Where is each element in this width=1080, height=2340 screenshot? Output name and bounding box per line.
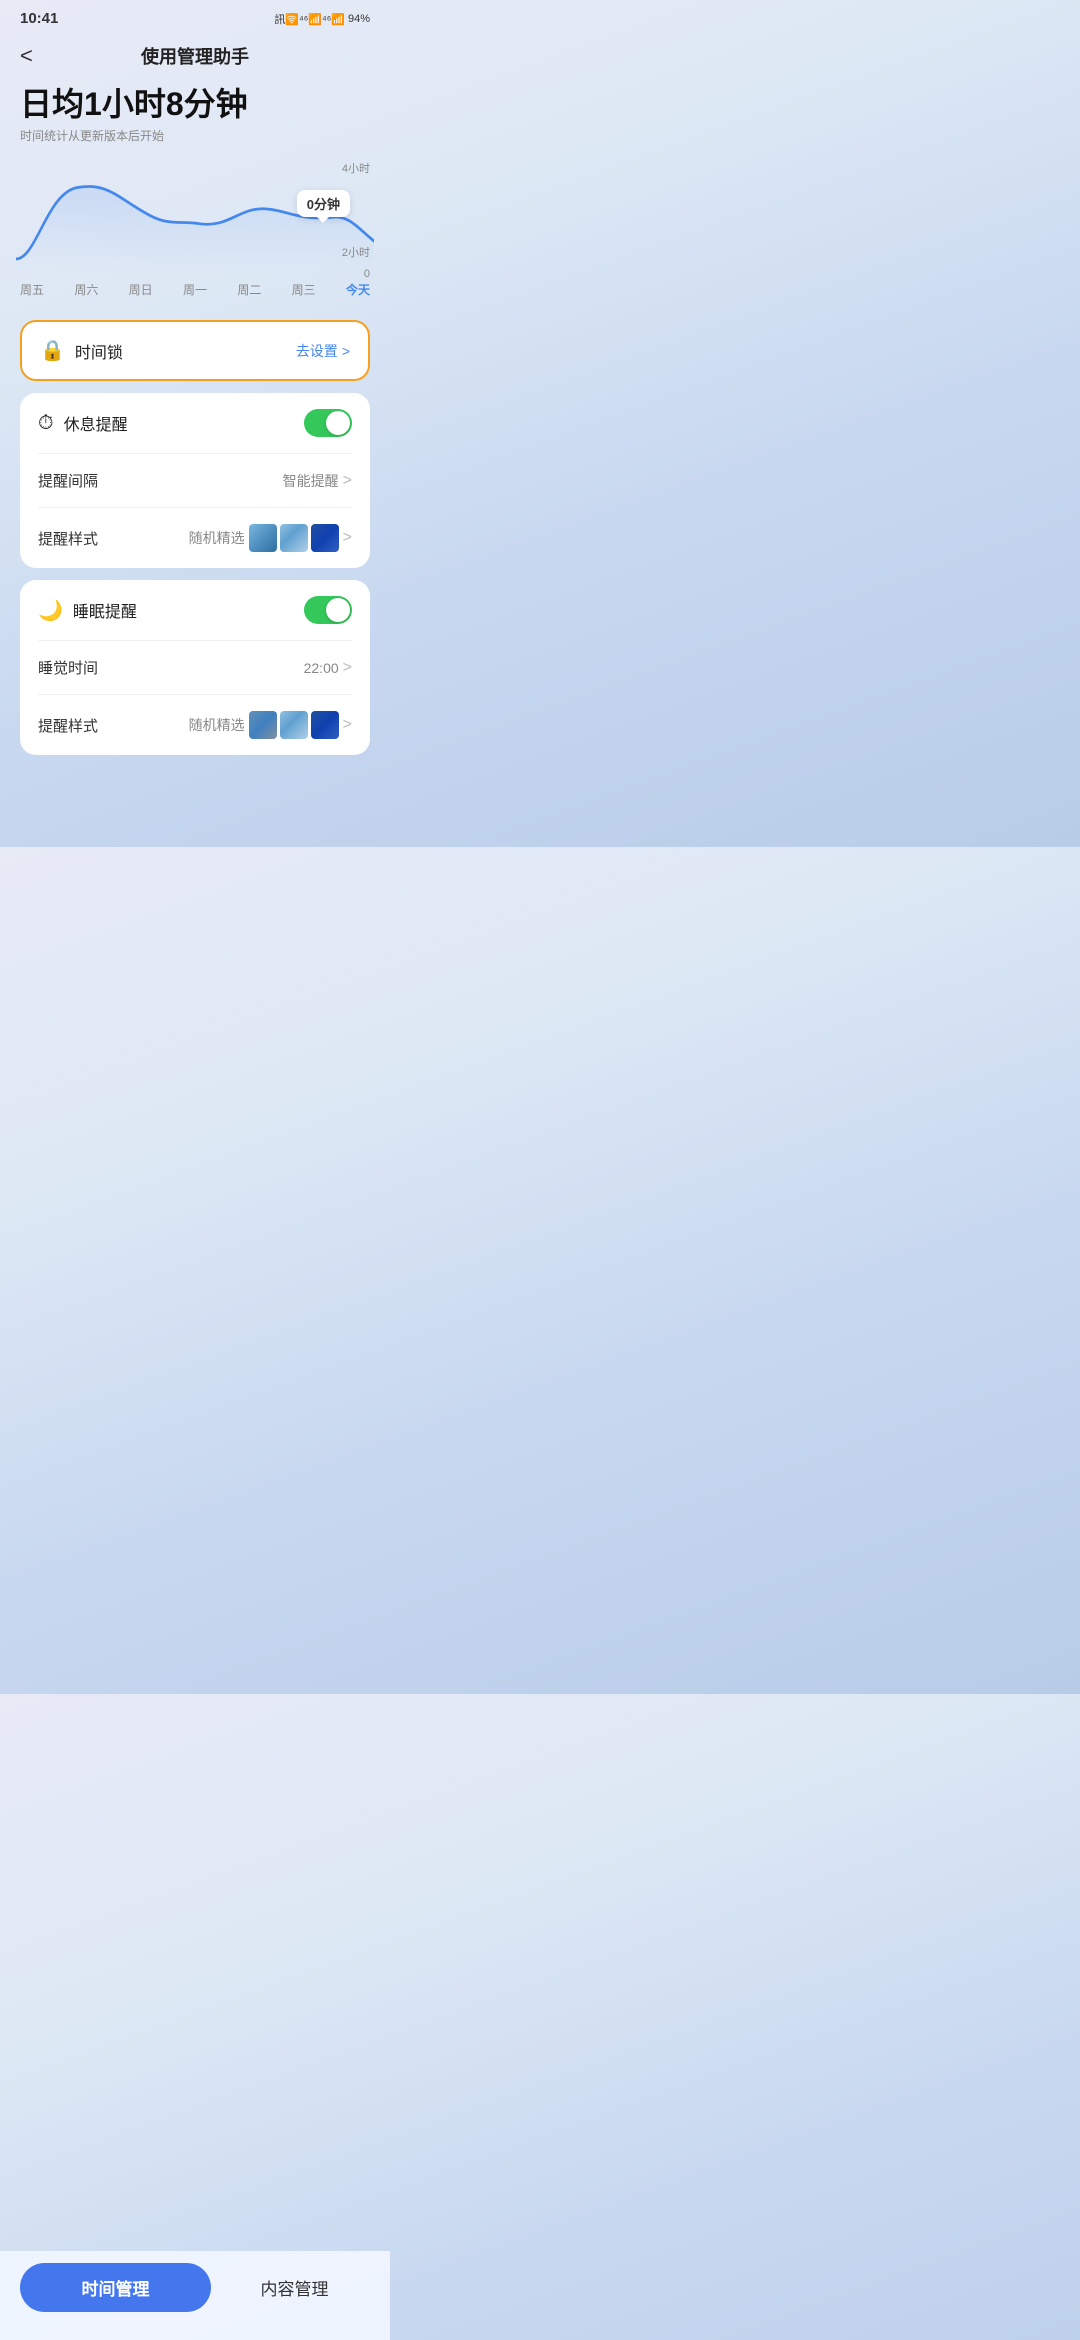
lock-icon: 🔒 — [40, 338, 65, 363]
reminder-style-row[interactable]: 提醒样式 随机精选 > — [20, 508, 370, 568]
y-label-2h: 2小时 — [342, 244, 370, 260]
reminder-interval-row[interactable]: 提醒间隔 智能提醒 > — [20, 454, 370, 507]
reminder-interval-chevron: > — [343, 472, 352, 490]
header: < 使用管理助手 — [0, 31, 390, 85]
sleep-thumb-3 — [311, 711, 339, 739]
page-title: 使用管理助手 — [141, 43, 249, 69]
reminder-style-text: 随机精选 — [189, 528, 245, 548]
sleep-style-text: 随机精选 — [189, 715, 245, 735]
reminder-style-label: 提醒样式 — [38, 528, 98, 549]
timer-icon: ⏱ — [38, 412, 54, 435]
time-management-button[interactable]: 时间管理 — [20, 2263, 211, 2312]
status-time: 10:41 — [20, 10, 58, 27]
time-lock-chevron: > — [342, 343, 350, 359]
avg-unit2: 分钟 — [184, 86, 248, 122]
tooltip-value: 0分钟 — [307, 197, 340, 212]
day-today: 今天 — [346, 281, 370, 298]
sleep-style-label: 提醒样式 — [38, 715, 98, 736]
day-sat: 周六 — [74, 281, 98, 298]
reminder-interval-label: 提醒间隔 — [38, 470, 98, 491]
sleep-style-value: 随机精选 > — [189, 711, 352, 739]
time-lock-label: 时间锁 — [75, 339, 123, 363]
sleep-time-row[interactable]: 睡觉时间 22:00 > — [20, 641, 370, 694]
moon-icon: 🌙 — [38, 598, 63, 623]
break-reminder-row: ⏱ 休息提醒 — [20, 393, 370, 453]
content-management-button[interactable]: 内容管理 — [219, 2263, 370, 2312]
break-reminder-toggle[interactable] — [304, 409, 352, 437]
sleep-reminder-toggle[interactable] — [304, 596, 352, 624]
break-reminder-left: ⏱ 休息提醒 — [38, 411, 128, 435]
signal-icons: 訊🛜⁴⁶📶⁴⁶📶 — [274, 11, 345, 27]
day-tue: 周二 — [237, 281, 261, 298]
sleep-thumb-2 — [280, 711, 308, 739]
reminder-thumbnails — [249, 524, 339, 552]
avg-title: 日均1小时8分钟 — [20, 85, 370, 123]
avg-usage: 日均1小时8分钟 时间统计从更新版本后开始 — [20, 85, 370, 144]
sleep-style-row[interactable]: 提醒样式 随机精选 > — [20, 695, 370, 755]
time-lock-card[interactable]: 🔒 时间锁 去设置 > — [20, 320, 370, 381]
status-icons: 訊🛜⁴⁶📶⁴⁶📶 94% — [274, 11, 370, 27]
avg-unit1: 小时 — [102, 86, 166, 122]
reminder-style-value: 随机精选 > — [189, 524, 352, 552]
usage-chart: 4小时 2小时 0分钟 0 周五 周六 — [16, 160, 374, 300]
reminder-interval-value: 智能提醒 > — [283, 471, 352, 491]
thumb-1 — [249, 524, 277, 552]
back-button[interactable]: < — [20, 39, 41, 73]
status-bar: 10:41 訊🛜⁴⁶📶⁴⁶📶 94% — [0, 0, 390, 31]
day-labels: 周五 周六 周日 周一 周二 周三 今天 — [16, 275, 374, 298]
break-reminder-label: 休息提醒 — [64, 411, 128, 435]
cards-section: 🔒 时间锁 去设置 > ⏱ 休息提醒 提醒间隔 — [20, 320, 370, 847]
y-label-4h: 4小时 — [342, 160, 370, 176]
time-lock-action[interactable]: 去设置 > — [296, 341, 350, 361]
sleep-time-label: 睡觉时间 — [38, 657, 98, 678]
thumb-3 — [311, 524, 339, 552]
day-fri: 周五 — [20, 281, 44, 298]
time-lock-row: 🔒 时间锁 去设置 > — [22, 322, 368, 379]
sleep-thumbnails — [249, 711, 339, 739]
avg-prefix: 日均 — [20, 86, 84, 122]
sleep-style-chevron: > — [343, 716, 352, 734]
bottom-nav: 时间管理 内容管理 — [0, 2251, 390, 2340]
reminder-style-chevron: > — [343, 529, 352, 547]
day-sun: 周日 — [129, 281, 153, 298]
sleep-reminder-row: 🌙 睡眠提醒 — [20, 580, 370, 640]
bottom-spacer — [20, 767, 370, 847]
sleep-reminder-label: 睡眠提醒 — [73, 598, 137, 622]
battery-indicator: 94% — [348, 13, 370, 25]
sleep-thumb-1 — [249, 711, 277, 739]
chart-tooltip: 0分钟 — [297, 190, 350, 217]
break-reminder-card: ⏱ 休息提醒 提醒间隔 智能提醒 > 提醒样式 随机精选 — [20, 393, 370, 568]
sleep-time-text: 22:00 — [304, 660, 339, 676]
y-label-0: 0 — [364, 268, 370, 280]
sleep-time-chevron: > — [343, 659, 352, 677]
time-lock-left: 🔒 时间锁 — [40, 338, 123, 363]
reminder-interval-text: 智能提醒 — [283, 471, 339, 491]
time-lock-action-label: 去设置 — [296, 341, 338, 361]
day-wed: 周三 — [292, 281, 316, 298]
sleep-reminder-left: 🌙 睡眠提醒 — [38, 598, 137, 623]
day-mon: 周一 — [183, 281, 207, 298]
sleep-time-value: 22:00 > — [304, 659, 352, 677]
thumb-2 — [280, 524, 308, 552]
avg-minutes: 8 — [166, 86, 184, 122]
main-content: 日均1小时8分钟 时间统计从更新版本后开始 4小时 2小时 — [0, 85, 390, 847]
avg-subtitle: 时间统计从更新版本后开始 — [20, 127, 370, 144]
avg-value: 1 — [84, 86, 102, 122]
sleep-reminder-card: 🌙 睡眠提醒 睡觉时间 22:00 > 提醒样式 随机精选 — [20, 580, 370, 755]
